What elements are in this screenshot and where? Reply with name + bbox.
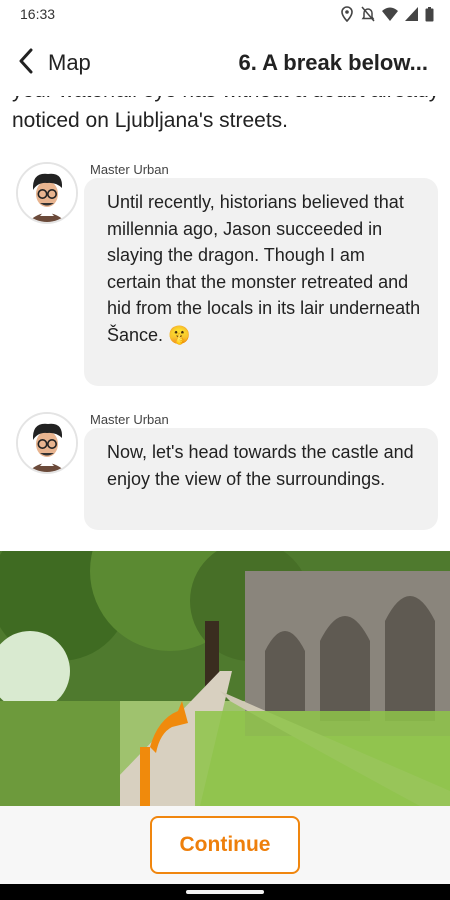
sender-name: Master Urban bbox=[90, 162, 169, 177]
status-icons bbox=[340, 6, 434, 22]
back-button[interactable]: Map bbox=[18, 46, 91, 80]
avatar bbox=[16, 162, 78, 224]
battery-icon bbox=[425, 6, 434, 22]
location-icon bbox=[340, 6, 354, 22]
system-nav-bar bbox=[0, 884, 450, 900]
continue-button[interactable]: Continue bbox=[150, 816, 300, 874]
notifications-off-icon bbox=[361, 6, 375, 22]
signal-icon bbox=[405, 7, 418, 21]
message-bubble: Now, let's head towards the castle and e… bbox=[84, 428, 438, 530]
avatar bbox=[16, 412, 78, 474]
message-bubble: Until recently, historians believed that… bbox=[84, 178, 438, 386]
wifi-icon bbox=[382, 7, 398, 21]
status-bar: 16:33 bbox=[0, 0, 450, 30]
back-label: Map bbox=[48, 50, 91, 75]
footer: Continue bbox=[0, 806, 450, 884]
chapter-title: 6. A break below... bbox=[238, 50, 428, 75]
status-time: 16:33 bbox=[20, 6, 56, 22]
home-indicator[interactable] bbox=[186, 890, 264, 894]
sender-name: Master Urban bbox=[90, 412, 169, 427]
location-photo bbox=[0, 551, 450, 806]
story-content[interactable]: your waterfall eye has without a doubt a… bbox=[0, 96, 450, 806]
chevron-left-icon bbox=[18, 48, 34, 79]
intro-text: your waterfall eye has without a doubt a… bbox=[12, 96, 439, 132]
app-header: Map 6. A break below... bbox=[0, 30, 450, 96]
